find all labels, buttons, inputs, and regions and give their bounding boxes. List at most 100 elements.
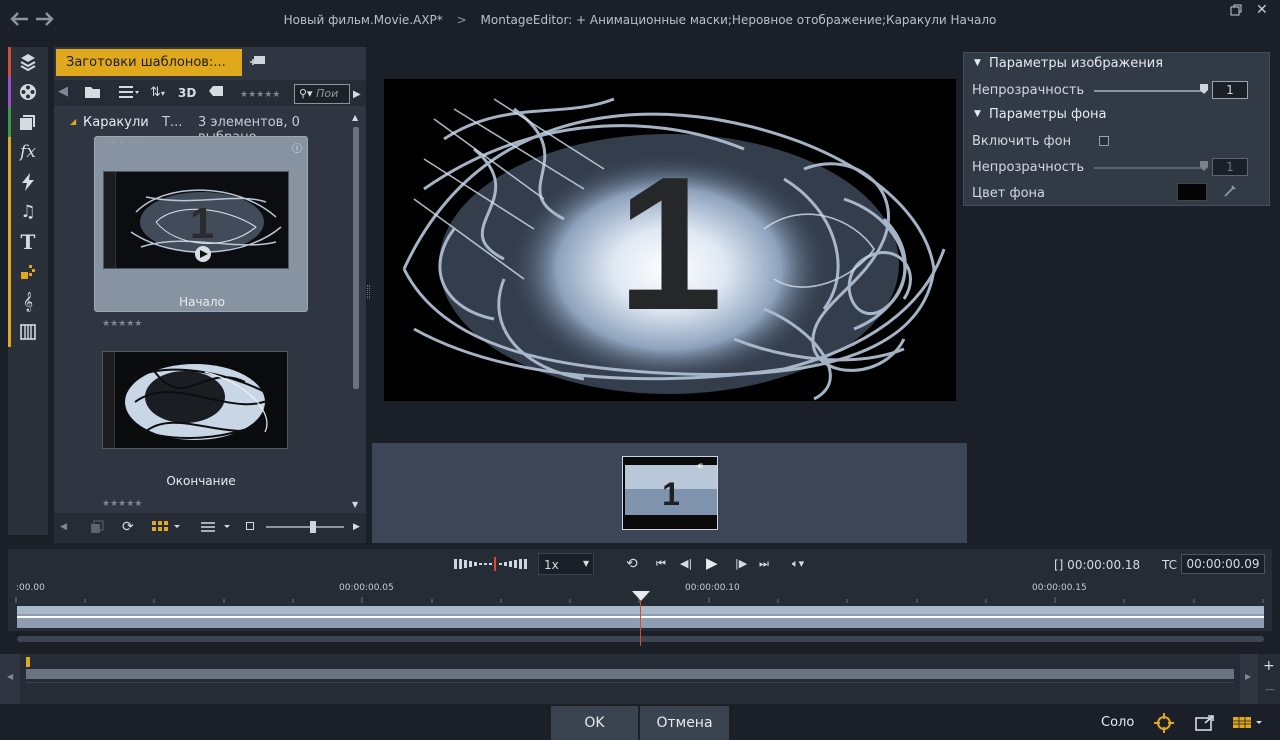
category-strip: fx ♫ T 𝄞 <box>8 47 48 535</box>
collections-icon[interactable] <box>8 107 48 137</box>
transitions-lightning-icon[interactable] <box>8 167 48 197</box>
image-params-header[interactable]: Параметры изображения <box>989 56 1163 71</box>
overview-scroll-left[interactable]: ◀ <box>0 654 20 704</box>
overview-divider <box>26 682 1234 683</box>
scroll-up-icon[interactable]: ▲ <box>352 113 358 122</box>
clip-thumbnail[interactable]: 1 🔊︎ <box>622 456 718 530</box>
overview-marker[interactable] <box>26 657 30 667</box>
ok-button[interactable]: OK <box>551 706 638 740</box>
details-view-icon[interactable] <box>200 521 232 533</box>
effects-fx-icon[interactable]: fx <box>8 137 48 167</box>
close-window-icon[interactable]: ✕ <box>1256 2 1268 18</box>
item-rating-stars[interactable]: ★★★★★ <box>102 138 142 148</box>
nav-left-icon[interactable]: ◀ <box>7 672 13 681</box>
scroll-down-icon[interactable]: ▼ <box>352 500 358 509</box>
loop-icon[interactable]: ⟲ <box>626 556 638 572</box>
timecode-field[interactable]: 00:00:00.09 <box>1181 554 1265 574</box>
opacity-slider-knob[interactable] <box>1200 84 1208 94</box>
cancel-button[interactable]: Отмена <box>640 706 729 740</box>
library-bottom-toolbar: ◀ ⟳ ▶ <box>54 513 366 543</box>
bg-opacity-slider-knob[interactable] <box>1200 161 1208 171</box>
popout-window-icon[interactable] <box>1195 715 1215 731</box>
library-breadcrumb: ◢ Каракули Т... 3 элементов, 0 выбрано <box>54 111 350 145</box>
breadcrumb-folder[interactable]: Каракули <box>83 115 149 130</box>
piano-keys-icon[interactable] <box>8 317 48 347</box>
filmstrip-edge <box>103 352 115 448</box>
template-item[interactable]: Окончание <box>94 345 308 521</box>
titles-text-icon[interactable]: T <box>8 227 48 257</box>
play-icon[interactable]: ▶ <box>706 554 718 572</box>
clip-filmstrip-panel: 1 🔊︎ <box>372 443 967 543</box>
shuttle-control[interactable] <box>454 557 532 571</box>
film-reel-icon[interactable] <box>8 77 48 107</box>
treble-clef-icon[interactable]: 𝄞 <box>8 287 48 317</box>
opacity-value-field[interactable]: 1 <box>1212 81 1248 99</box>
library-scrollbar[interactable]: ▲ ▼ <box>350 111 364 511</box>
eyedropper-icon[interactable] <box>1223 184 1237 198</box>
nav-right-icon[interactable]: ▶ <box>353 522 360 532</box>
projects-icon[interactable] <box>8 47 48 77</box>
zoom-out-icon[interactable]: − <box>1264 682 1276 698</box>
nav-left-icon[interactable]: ◀ <box>58 84 68 100</box>
bg-color-swatch[interactable] <box>1177 183 1207 201</box>
tag-icon[interactable] <box>208 85 224 97</box>
rating-filter-stars[interactable]: ★★★★★ <box>240 87 280 103</box>
item-rating-stars[interactable]: ★★★★★ <box>102 499 142 509</box>
transport-bar: 1x ▼ ⟲ ⏮︎ ◀| ▶ |▶ ⏭︎ 🔈︎▾ [] 00:00:00.18 … <box>8 549 1272 579</box>
restore-window-icon[interactable] <box>1230 4 1242 16</box>
speed-value: 1x <box>544 558 559 572</box>
speaker-icon[interactable]: 🔊︎ <box>697 461 703 472</box>
sync-icon[interactable]: ⟳ <box>122 519 134 535</box>
nav-right-icon[interactable]: ▶ <box>1245 672 1251 681</box>
3d-filter-button[interactable]: 3D <box>178 85 196 101</box>
scrollbar-thumb[interactable] <box>353 127 359 389</box>
expand-triangle-icon[interactable]: ▼ <box>974 109 981 119</box>
panel-splitter[interactable] <box>367 285 370 299</box>
title-bar: Новый фильм.Movie.AXP* > MontageEditor: … <box>0 0 1280 40</box>
go-to-end-icon[interactable]: ⏭︎ <box>759 557 769 571</box>
template-thumbnail <box>102 351 288 449</box>
go-to-start-icon[interactable]: ⏮︎ <box>656 557 666 571</box>
step-forward-icon[interactable]: |▶ <box>735 557 747 570</box>
info-icon[interactable]: ⓘ <box>292 140 302 155</box>
nav-right-icon[interactable]: ▶ <box>353 87 361 103</box>
expand-triangle-icon[interactable]: ▼ <box>974 58 981 68</box>
grid-view-icon[interactable] <box>152 521 180 533</box>
sort-icon[interactable]: ⇅▾ <box>150 85 165 102</box>
bg-params-header[interactable]: Параметры фона <box>989 107 1107 122</box>
layout-mode-icon[interactable] <box>1232 716 1266 730</box>
library-panel: Заготовки шаблонов:... ◀ ⇅▾ 3D ★★★★★ ▶ ⚲… <box>54 47 366 543</box>
duplicate-icon[interactable] <box>90 520 104 534</box>
target-crosshair-icon[interactable] <box>1153 712 1175 734</box>
enable-bg-checkbox[interactable] <box>1099 136 1109 146</box>
list-view-icon[interactable] <box>118 85 140 99</box>
enable-bg-label: Включить фон <box>972 134 1072 149</box>
bg-opacity-value-field[interactable]: 1 <box>1212 158 1248 176</box>
open-folder-icon[interactable] <box>84 85 102 99</box>
svg-text:1: 1 <box>190 199 214 248</box>
clip-thumbnail-image: 1 <box>623 457 717 529</box>
speed-select[interactable]: 1x ▼ <box>538 553 594 575</box>
overview-scroll-right[interactable]: ▶ <box>1240 654 1258 704</box>
music-note-icon[interactable]: ♫ <box>8 197 48 227</box>
step-back-icon[interactable]: ◀| <box>680 557 692 570</box>
item-rating-stars[interactable]: ★★★★★ <box>102 319 142 329</box>
volume-icon[interactable]: 🔈︎▾ <box>792 557 804 571</box>
library-tab[interactable]: Заготовки шаблонов:... <box>56 49 242 76</box>
template-item[interactable]: ★★★★★ ⓘ 1 Начало <box>94 136 308 312</box>
solo-toggle[interactable]: Соло <box>1101 715 1134 730</box>
thumb-size-slider-knob[interactable] <box>310 521 316 533</box>
small-size-icon[interactable] <box>246 522 254 530</box>
opacity-slider[interactable] <box>1094 90 1206 92</box>
overview-track[interactable] <box>26 669 1234 679</box>
nav-left-icon[interactable]: ◀ <box>60 522 67 532</box>
collapse-triangle-icon[interactable]: ◢ <box>70 117 76 126</box>
library-search-input[interactable]: ⚲▾ Пои <box>294 84 350 104</box>
bg-opacity-label: Непрозрачность <box>972 160 1085 175</box>
pin-tab-icon[interactable] <box>250 54 266 68</box>
montage-templates-icon[interactable] <box>8 257 48 287</box>
zoom-in-icon[interactable]: + <box>1263 658 1275 674</box>
bg-opacity-slider[interactable] <box>1094 167 1206 169</box>
thumb-size-slider[interactable] <box>266 526 344 528</box>
breadcrumb-column[interactable]: Т... <box>162 115 182 130</box>
